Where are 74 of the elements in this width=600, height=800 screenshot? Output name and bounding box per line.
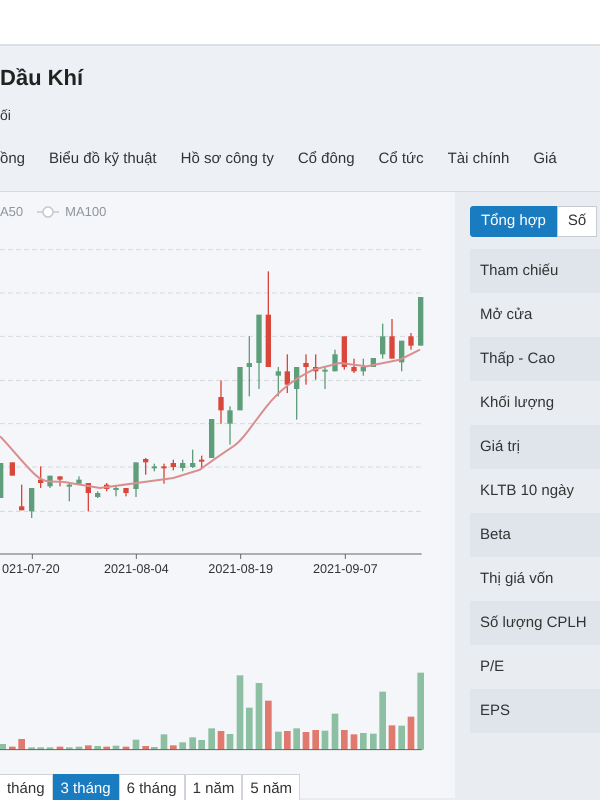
candlestick [380,324,386,359]
candlestick [161,464,167,484]
candlestick [246,336,252,396]
candlestick [170,460,176,470]
candlestick [294,367,300,420]
candlestick [360,358,366,376]
range-button[interactable]: 6 tháng [118,774,185,800]
candlestick [389,319,395,359]
subtitle: ối [0,106,12,124]
candlestick [143,458,148,475]
candlestick [351,358,357,373]
summary-row-label: Số lượng CPLH [470,600,600,644]
nav-tab[interactable]: Tài chính [448,148,510,170]
nav-tab[interactable]: ồng [0,148,26,170]
summary-tab[interactable]: Tổng hợp [470,206,557,236]
summary-row-label: Mở cửa [479,304,534,324]
candlestick [399,340,404,372]
summary-row-label: Giá trị [470,424,600,468]
candlestick [47,476,53,488]
nav-tab[interactable]: Biểu đồ kỹ thuật [49,148,157,170]
x-axis-label: 2021-09-07 [312,562,378,576]
candlestick [227,406,233,445]
candlestick [418,297,424,346]
x-axis-label: 2021-08-19 [208,562,274,576]
candlestick [408,333,414,350]
candlestick [190,450,196,468]
candlestick [57,476,63,486]
candlestick [10,462,15,476]
candlestick [95,491,100,498]
candlestick [218,380,224,424]
summary-row-label: Tham chiếu [470,248,600,292]
summary-tab[interactable]: Số [556,206,598,236]
range-button[interactable]: 5 năm [242,774,300,800]
candlestick [303,354,309,385]
candlestick [199,456,204,468]
candlestick [180,460,186,472]
nav-tab[interactable]: Giá [533,148,557,170]
candlestick [237,367,243,410]
summary-row-label: KLTB 10 ngày [479,480,575,500]
candlestick [133,462,139,497]
candlestick [66,483,72,502]
nav-tab[interactable]: Cổ đông [298,148,355,170]
candlestick [152,464,157,472]
candlestick [0,463,4,498]
x-axis-label: 021-07-20 [2,562,60,576]
candlestick [38,466,44,488]
candlestick [104,483,110,492]
summary-row-label: Khối lượng [479,392,556,412]
summary-row-label: P/E [479,656,506,676]
range-button[interactable]: 3 tháng [52,774,119,800]
candlestick [123,488,129,496]
nav-tab[interactable]: Cổ tức [378,148,424,170]
candlestick [19,484,24,510]
candlestick [113,486,119,496]
candlestick [284,354,290,393]
candlestick [332,350,338,372]
candlestick [370,358,376,367]
range-button[interactable]: 1 năm [184,774,242,800]
candlestick [86,483,91,512]
summary-row-label: Beta [470,512,600,556]
summary-row-label: Thị giá vốn [479,568,554,588]
candlestick [209,419,214,458]
candlestick [322,367,328,389]
candlestick [29,488,34,518]
candlestick [76,476,82,485]
summary-row-label: EPS [470,688,600,732]
nav-tab[interactable]: Hồ sơ công ty [180,148,274,170]
candlestick [342,336,347,370]
page-title: Dầu Khí [0,64,85,92]
range-button[interactable]: tháng [0,774,53,800]
summary-row-label: Thấp - Cao [470,336,600,380]
candlestick [313,354,318,380]
x-axis-label: 2021-08-04 [104,562,169,576]
candlestick [276,367,281,396]
